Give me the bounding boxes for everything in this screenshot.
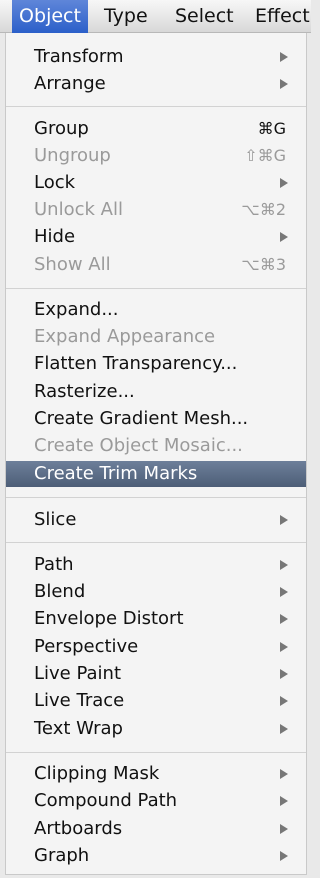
menu-item-label: Lock bbox=[34, 172, 76, 193]
menu-item-clipping-mask[interactable]: Clipping Mask bbox=[6, 761, 306, 787]
submenu-arrow-icon bbox=[280, 824, 288, 834]
menu-item-create-trim-marks[interactable]: Create Trim Marks bbox=[6, 461, 306, 487]
menu-bar: Object Type Select Effect bbox=[0, 0, 311, 33]
menu-item-label: Slice bbox=[34, 509, 77, 530]
object-menu: Transform Arrange Group ⌘G Ungroup ⇧⌘G L… bbox=[5, 33, 307, 875]
menu-item-label: Create Gradient Mesh... bbox=[34, 408, 249, 429]
menu-item-shortcut: ⌥⌘3 bbox=[241, 255, 286, 274]
menu-item-path[interactable]: Path bbox=[6, 552, 306, 578]
menu-item-label: Group bbox=[34, 118, 89, 139]
menubar-effect[interactable]: Effect bbox=[255, 0, 310, 33]
menu-item-expand-appearance[interactable]: Expand Appearance bbox=[6, 324, 306, 350]
submenu-arrow-icon bbox=[280, 515, 288, 525]
menu-item-label: Ungroup bbox=[34, 145, 111, 166]
menu-item-shortcut: ⌥⌘2 bbox=[241, 200, 286, 219]
submenu-arrow-icon bbox=[280, 52, 288, 62]
menu-separator bbox=[6, 542, 306, 543]
menu-item-create-gradient-mesh[interactable]: Create Gradient Mesh... bbox=[6, 406, 306, 432]
menu-item-live-paint[interactable]: Live Paint bbox=[6, 661, 306, 687]
menu-item-label: Flatten Transparency... bbox=[34, 353, 238, 374]
menu-item-label: Graph bbox=[34, 845, 90, 866]
menu-item-label: Compound Path bbox=[34, 790, 178, 811]
submenu-arrow-icon bbox=[280, 669, 288, 679]
menu-item-graph[interactable]: Graph bbox=[6, 843, 306, 869]
menu-item-compound-path[interactable]: Compound Path bbox=[6, 788, 306, 814]
menu-item-label: Live Paint bbox=[34, 663, 122, 684]
submenu-arrow-icon bbox=[280, 79, 288, 89]
menu-item-label: Blend bbox=[34, 581, 86, 602]
menu-item-envelope-distort[interactable]: Envelope Distort bbox=[6, 606, 306, 632]
menu-item-label: Envelope Distort bbox=[34, 608, 184, 629]
menu-separator bbox=[6, 752, 306, 753]
menu-separator bbox=[6, 288, 306, 289]
menu-item-transform[interactable]: Transform bbox=[6, 44, 306, 70]
submenu-arrow-icon bbox=[280, 614, 288, 624]
menu-item-arrange[interactable]: Arrange bbox=[6, 71, 306, 97]
menu-item-label: Clipping Mask bbox=[34, 763, 160, 784]
submenu-arrow-icon bbox=[280, 642, 288, 652]
menu-item-flatten-transparency[interactable]: Flatten Transparency... bbox=[6, 351, 306, 377]
menu-item-label: Perspective bbox=[34, 636, 139, 657]
menu-item-slice[interactable]: Slice bbox=[6, 507, 306, 533]
menu-item-shortcut: ⌘G bbox=[257, 119, 286, 138]
menubar-select[interactable]: Select bbox=[175, 0, 234, 33]
submenu-arrow-icon bbox=[280, 851, 288, 861]
menu-item-label: Create Object Mosaic... bbox=[34, 435, 243, 456]
menu-item-blend[interactable]: Blend bbox=[6, 579, 306, 605]
submenu-arrow-icon bbox=[280, 796, 288, 806]
menu-item-hide[interactable]: Hide bbox=[6, 224, 306, 250]
submenu-arrow-icon bbox=[280, 178, 288, 188]
menu-item-label: Transform bbox=[34, 46, 124, 67]
menu-item-label: Text Wrap bbox=[34, 718, 123, 739]
menubar-type[interactable]: Type bbox=[104, 0, 148, 33]
menu-item-expand[interactable]: Expand... bbox=[6, 297, 306, 323]
menu-item-label: Unlock All bbox=[34, 199, 123, 220]
submenu-arrow-icon bbox=[280, 232, 288, 242]
menu-item-label: Expand Appearance bbox=[34, 326, 216, 347]
menu-item-create-object-mosaic[interactable]: Create Object Mosaic... bbox=[6, 433, 306, 459]
menu-item-label: Path bbox=[34, 554, 74, 575]
menu-item-group[interactable]: Group ⌘G bbox=[6, 116, 306, 142]
submenu-arrow-icon bbox=[280, 696, 288, 706]
submenu-arrow-icon bbox=[280, 587, 288, 597]
menubar-object[interactable]: Object bbox=[12, 0, 88, 33]
menu-separator bbox=[6, 106, 306, 107]
submenu-arrow-icon bbox=[280, 724, 288, 734]
menu-item-unlock-all[interactable]: Unlock All ⌥⌘2 bbox=[6, 197, 306, 223]
menu-item-rasterize[interactable]: Rasterize... bbox=[6, 379, 306, 405]
menu-item-show-all[interactable]: Show All ⌥⌘3 bbox=[6, 252, 306, 278]
menu-item-live-trace[interactable]: Live Trace bbox=[6, 688, 306, 714]
menu-item-label: Rasterize... bbox=[34, 381, 135, 402]
menu-item-perspective[interactable]: Perspective bbox=[6, 634, 306, 660]
menu-item-ungroup[interactable]: Ungroup ⇧⌘G bbox=[6, 143, 306, 169]
menu-item-label: Create Trim Marks bbox=[34, 463, 198, 484]
menu-item-label: Arrange bbox=[34, 73, 106, 94]
menu-item-label: Artboards bbox=[34, 818, 123, 839]
menu-item-label: Hide bbox=[34, 226, 76, 247]
submenu-arrow-icon bbox=[280, 560, 288, 570]
menu-item-text-wrap[interactable]: Text Wrap bbox=[6, 716, 306, 742]
menu-separator bbox=[6, 497, 306, 498]
menu-item-artboards[interactable]: Artboards bbox=[6, 816, 306, 842]
menu-item-label: Show All bbox=[34, 254, 111, 275]
menu-item-lock[interactable]: Lock bbox=[6, 170, 306, 196]
menu-item-shortcut: ⇧⌘G bbox=[244, 146, 286, 165]
menu-item-label: Live Trace bbox=[34, 690, 125, 711]
submenu-arrow-icon bbox=[280, 769, 288, 779]
menu-item-label: Expand... bbox=[34, 299, 119, 320]
